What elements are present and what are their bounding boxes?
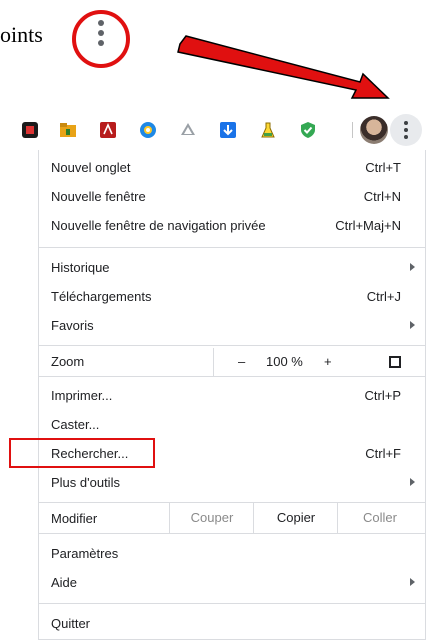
submenu-arrow-icon [410, 263, 415, 271]
submenu-arrow-icon [410, 578, 415, 586]
cut-button[interactable]: Couper [169, 503, 254, 533]
pdf-extension-icon[interactable] [98, 120, 118, 140]
chrome-main-menu: Nouvel onglet Ctrl+T Nouvelle fenêtre Ct… [9, 150, 426, 640]
chrome-menu-button[interactable] [390, 114, 422, 146]
menu-separator [39, 376, 425, 377]
menu-item-more-tools[interactable]: Plus d'outils [39, 469, 425, 497]
download-extension-icon[interactable] [218, 120, 238, 140]
menu-item-new-tab[interactable]: Nouvel onglet Ctrl+T [39, 154, 425, 182]
menu-item-exit[interactable]: Quitter [39, 610, 425, 638]
red-square-extension-icon[interactable] [20, 120, 40, 140]
menu-item-cast[interactable]: Caster... [39, 411, 425, 439]
zoom-controls: – 100 % + [213, 348, 354, 376]
flask-extension-icon[interactable] [258, 120, 278, 140]
menu-item-help[interactable]: Aide [39, 569, 425, 597]
menu-separator [39, 345, 425, 346]
fullscreen-icon[interactable] [389, 356, 401, 368]
browser-toolbar [0, 112, 430, 148]
three-dots-vertical-icon [404, 121, 408, 125]
profile-avatar[interactable] [360, 116, 388, 144]
shield-check-extension-icon[interactable] [298, 120, 318, 140]
submenu-arrow-icon [410, 478, 415, 486]
zoom-level: 100 % [266, 354, 303, 369]
copy-button[interactable]: Copier [253, 503, 338, 533]
menu-item-print[interactable]: Imprimer... Ctrl+P [39, 382, 425, 410]
annotation-highlight-box [9, 438, 155, 468]
zoom-out-button[interactable]: – [238, 354, 245, 369]
compass-extension-icon[interactable] [138, 120, 158, 140]
menu-item-settings[interactable]: Paramètres [39, 540, 425, 568]
menu-item-zoom: Zoom – 100 % + [39, 348, 425, 376]
menu-item-incognito[interactable]: Nouvelle fenêtre de navigation privée Ct… [39, 212, 425, 240]
submenu-arrow-icon [410, 321, 415, 329]
menu-item-new-window[interactable]: Nouvelle fenêtre Ctrl+N [39, 183, 425, 211]
menu-separator [39, 247, 425, 248]
menu-separator [39, 603, 425, 604]
paste-button[interactable]: Coller [337, 503, 422, 533]
menu-item-downloads[interactable]: Téléchargements Ctrl+J [39, 283, 425, 311]
menu-item-history[interactable]: Historique [39, 254, 425, 282]
menu-item-bookmarks[interactable]: Favoris [39, 312, 425, 340]
zoom-in-button[interactable]: + [324, 354, 332, 369]
folder-extension-icon[interactable] [58, 120, 78, 140]
menu-item-edit: Modifier Couper Copier Coller [39, 503, 425, 533]
toolbar-divider [352, 122, 353, 138]
annotation-arrow [177, 35, 390, 99]
drive-extension-icon[interactable] [178, 120, 198, 140]
menu-separator [39, 533, 425, 534]
